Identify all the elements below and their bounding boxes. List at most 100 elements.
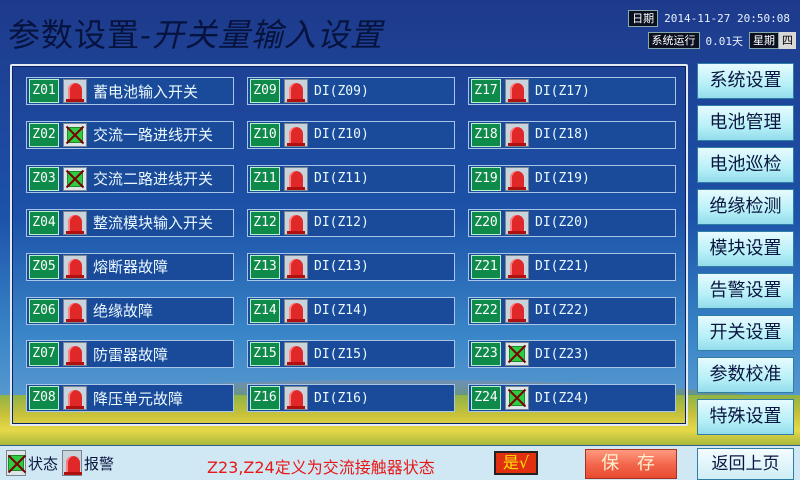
alarm-bell-icon[interactable] <box>505 79 529 103</box>
input-name[interactable]: DI(Z15) <box>314 347 369 362</box>
uptime-value: 0.01天 <box>705 34 744 48</box>
input-code: Z18 <box>471 122 501 147</box>
input-name[interactable]: 防雷器故障 <box>93 344 168 365</box>
input-cell[interactable]: Z07 防雷器故障 <box>26 340 234 369</box>
menu-button[interactable]: 系统设置 <box>697 63 794 99</box>
weekday-label: 星期 <box>749 32 779 49</box>
alarm-bell-icon[interactable] <box>63 210 87 235</box>
input-cell[interactable]: Z21 DI(Z21) <box>468 252 676 281</box>
input-cell[interactable]: Z02 交流一路进线开关 <box>26 120 234 149</box>
input-name[interactable]: 整流模块输入开关 <box>93 212 213 233</box>
input-name[interactable]: DI(Z19) <box>535 171 590 186</box>
alarm-bell-icon[interactable] <box>63 298 87 323</box>
menu-button[interactable]: 特殊设置 <box>697 399 794 435</box>
menu-button[interactable]: 模块设置 <box>697 231 794 267</box>
input-cell[interactable]: Z03 交流二路进线开关 <box>26 164 234 193</box>
input-name[interactable]: 降压单元故障 <box>93 388 183 409</box>
input-name[interactable]: 熔断器故障 <box>93 256 168 277</box>
input-code: Z08 <box>29 386 59 411</box>
alarm-bell-icon[interactable] <box>505 166 529 191</box>
save-button[interactable]: 保 存 <box>585 449 677 479</box>
alarm-bell-icon[interactable] <box>284 166 308 191</box>
alarm-bell-icon[interactable] <box>284 386 308 411</box>
input-name[interactable]: 蓄电池输入开关 <box>93 81 198 102</box>
input-name[interactable]: 绝缘故障 <box>93 300 153 321</box>
input-cell[interactable]: Z11 DI(Z11) <box>247 164 455 193</box>
menu-button[interactable]: 绝缘检测 <box>697 189 794 225</box>
menu-button[interactable]: 电池管理 <box>697 105 794 141</box>
alarm-bell-icon[interactable] <box>63 254 87 279</box>
date-value: 2014-11-27 20:50:08 <box>664 12 790 25</box>
input-code: Z05 <box>29 254 59 279</box>
alarm-bell-icon[interactable] <box>284 342 308 367</box>
menu-button[interactable]: 电池巡检 <box>697 147 794 183</box>
input-cell[interactable]: Z18 DI(Z18) <box>468 120 676 149</box>
alarm-bell-icon[interactable] <box>505 122 529 147</box>
alarm-bell-icon[interactable] <box>63 342 87 367</box>
input-cell[interactable]: Z16 DI(Z16) <box>247 384 455 413</box>
input-code: Z04 <box>29 210 59 235</box>
input-cell[interactable]: Z12 DI(Z12) <box>247 208 455 237</box>
input-code: Z24 <box>471 386 501 411</box>
alarm-bell-icon[interactable] <box>284 298 308 323</box>
input-name[interactable]: DI(Z21) <box>535 259 590 274</box>
input-cell[interactable]: Z06 绝缘故障 <box>26 296 234 325</box>
alarm-bell-icon[interactable] <box>284 79 308 103</box>
alarm-bell-icon[interactable] <box>284 254 308 279</box>
status-icon[interactable] <box>63 166 87 191</box>
input-name[interactable]: 交流一路进线开关 <box>93 124 213 145</box>
uptime-row: 系统运行 0.01天 星期 四 <box>647 32 796 49</box>
input-code: Z01 <box>29 79 59 103</box>
status-icon[interactable] <box>63 122 87 147</box>
input-name[interactable]: DI(Z13) <box>314 259 369 274</box>
legend-status-label: 状态 <box>28 454 59 473</box>
input-name[interactable]: DI(Z22) <box>535 303 590 318</box>
alarm-bell-icon[interactable] <box>63 79 87 103</box>
title-sub: -开关量输入设置 <box>140 16 383 54</box>
yes-toggle-button[interactable]: 是√ <box>494 451 538 475</box>
input-code: Z07 <box>29 342 59 367</box>
input-cell[interactable]: Z19 DI(Z19) <box>468 164 676 193</box>
menu-button[interactable]: 参数校准 <box>697 357 794 393</box>
input-name[interactable]: DI(Z12) <box>314 215 369 230</box>
alarm-bell-icon[interactable] <box>505 254 529 279</box>
status-icon[interactable] <box>505 386 529 411</box>
input-name[interactable]: DI(Z20) <box>535 215 590 230</box>
input-cell[interactable]: Z24 DI(Z24) <box>468 384 676 413</box>
input-name[interactable]: 交流二路进线开关 <box>93 168 213 189</box>
menu-button[interactable]: 告警设置 <box>697 273 794 309</box>
alarm-bell-icon[interactable] <box>505 210 529 235</box>
alarm-bell-icon[interactable] <box>505 298 529 323</box>
input-name[interactable]: DI(Z10) <box>314 127 369 142</box>
alarm-bell-icon[interactable] <box>284 122 308 147</box>
input-code: Z02 <box>29 122 59 147</box>
back-button[interactable]: 返回上页 <box>697 448 794 480</box>
input-name[interactable]: DI(Z14) <box>314 303 369 318</box>
input-cell[interactable]: Z09 DI(Z09) <box>247 77 455 105</box>
menu-button[interactable]: 开关设置 <box>697 315 794 351</box>
input-name[interactable]: DI(Z23) <box>535 347 590 362</box>
input-name[interactable]: DI(Z11) <box>314 171 369 186</box>
input-cell[interactable]: Z23 DI(Z23) <box>468 340 676 369</box>
input-cell[interactable]: Z20 DI(Z20) <box>468 208 676 237</box>
input-name[interactable]: DI(Z18) <box>535 127 590 142</box>
input-cell[interactable]: Z05 熔断器故障 <box>26 252 234 281</box>
input-cell[interactable]: Z13 DI(Z13) <box>247 252 455 281</box>
input-cell[interactable]: Z17 DI(Z17) <box>468 77 676 105</box>
input-cell[interactable]: Z15 DI(Z15) <box>247 340 455 369</box>
input-name[interactable]: DI(Z09) <box>314 84 369 99</box>
input-name[interactable]: DI(Z16) <box>314 391 369 406</box>
date-row: 日期 2014-11-27 20:50:08 <box>628 10 796 27</box>
alarm-bell-icon[interactable] <box>284 210 308 235</box>
input-cell[interactable]: Z14 DI(Z14) <box>247 296 455 325</box>
input-name[interactable]: DI(Z24) <box>535 391 590 406</box>
input-cell[interactable]: Z04 整流模块输入开关 <box>26 208 234 237</box>
status-icon[interactable] <box>505 342 529 367</box>
input-cell[interactable]: Z01 蓄电池输入开关 <box>26 77 234 105</box>
input-cell[interactable]: Z08 降压单元故障 <box>26 384 234 413</box>
alarm-bell-icon[interactable] <box>63 386 87 411</box>
input-cell[interactable]: Z10 DI(Z10) <box>247 120 455 149</box>
input-cell[interactable]: Z22 DI(Z22) <box>468 296 676 325</box>
input-name[interactable]: DI(Z17) <box>535 84 590 99</box>
input-code: Z23 <box>471 342 501 367</box>
